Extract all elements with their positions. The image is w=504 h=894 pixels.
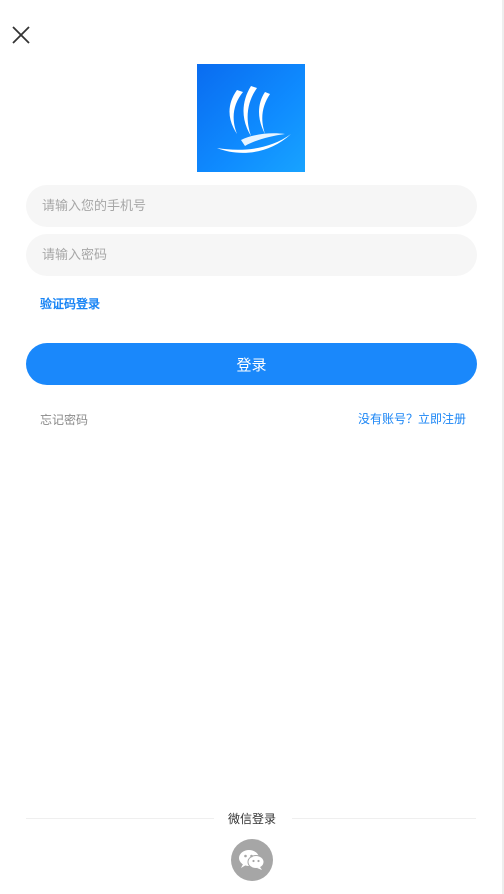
close-button[interactable] xyxy=(10,24,32,46)
password-input[interactable] xyxy=(40,246,463,264)
wechat-icon xyxy=(239,850,265,870)
forgot-password-link[interactable]: 忘记密码 xyxy=(40,411,88,428)
register-link[interactable]: 没有账号？立即注册 xyxy=(358,410,466,427)
password-field[interactable] xyxy=(26,234,477,276)
app-logo xyxy=(197,64,305,172)
phone-field[interactable] xyxy=(26,185,477,227)
wechat-login-label: 微信登录 xyxy=(227,812,276,826)
close-icon xyxy=(12,26,30,44)
sms-login-link[interactable]: 验证码登录 xyxy=(40,295,100,312)
login-button[interactable]: 登录 xyxy=(26,343,477,385)
wechat-login-button[interactable] xyxy=(231,839,273,881)
sail-logo-icon xyxy=(217,86,291,153)
phone-input[interactable] xyxy=(40,197,463,215)
